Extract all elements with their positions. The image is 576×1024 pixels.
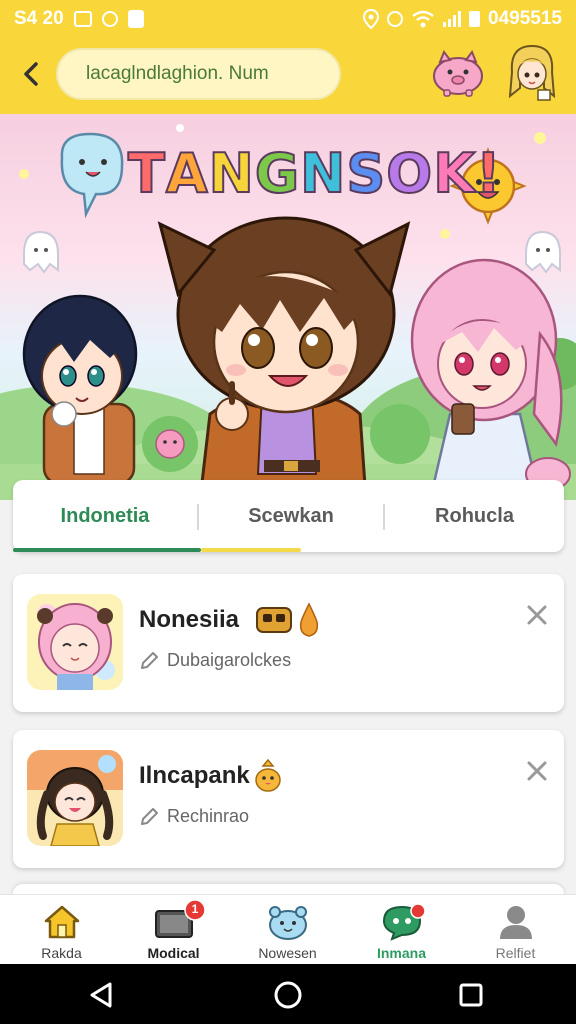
tab-rohucla[interactable]: Rohucla bbox=[385, 480, 564, 552]
nav-inmana[interactable]: Inmana bbox=[344, 895, 459, 965]
pencil-icon bbox=[141, 651, 158, 669]
banner-title-letter: G bbox=[254, 141, 301, 206]
notification-dot bbox=[410, 903, 426, 919]
nav-modical[interactable]: 1 Modical bbox=[116, 895, 231, 965]
item-subtitle-row: Dubaigarolckes bbox=[139, 650, 291, 671]
banner-title-letter: A bbox=[165, 141, 209, 206]
item-title: Nonesiia bbox=[139, 606, 240, 633]
recents-square-icon[interactable] bbox=[456, 980, 486, 1010]
profile-icon bbox=[500, 906, 532, 939]
close-icon[interactable] bbox=[526, 604, 548, 626]
nav-label: Inmana bbox=[376, 945, 426, 961]
nav-label: Rakda bbox=[41, 945, 82, 961]
item-subtitle: Rechinrao bbox=[167, 806, 250, 826]
status-bar: S4 20 0495515 bbox=[0, 0, 576, 38]
hero-banner: TANGNSOK! bbox=[0, 114, 576, 500]
list-item[interactable]: Nonesiia Dubaigarolckes bbox=[13, 574, 564, 712]
banner-title-letter: K bbox=[432, 141, 477, 206]
app-header: lacaglndlaghion. Num bbox=[0, 38, 576, 114]
back-arrow-icon[interactable] bbox=[16, 58, 48, 90]
search-text: lacaglndlaghion. Num bbox=[86, 63, 269, 84]
tab-label: Indonetia bbox=[60, 504, 150, 527]
item-thumbnail bbox=[27, 750, 123, 846]
list-item[interactable]: Ilncapank Rechinrao bbox=[13, 730, 564, 868]
location-icon bbox=[363, 9, 380, 29]
sync-icon bbox=[101, 11, 118, 27]
pig-avatar[interactable] bbox=[430, 48, 486, 98]
search-field[interactable]: lacaglndlaghion. Num bbox=[56, 48, 341, 100]
banner-title-letter: O bbox=[385, 141, 434, 206]
active-tab-indicator bbox=[13, 548, 201, 552]
banner-title: TANGNSOK! bbox=[127, 141, 502, 206]
tab-bar: Indonetia Scewkan Rohucla bbox=[13, 480, 564, 552]
home-icon bbox=[44, 905, 80, 939]
nav-rakda[interactable]: Rakda bbox=[4, 895, 119, 965]
nav-relfiet[interactable]: Relfiet bbox=[458, 895, 573, 965]
signal-icon bbox=[443, 11, 462, 27]
banner-title-letter: T bbox=[127, 141, 166, 206]
badge-count: 1 bbox=[191, 902, 199, 916]
bottom-nav: Rakda 1 Modical Nowesen Inmana Relfiet bbox=[0, 894, 576, 964]
nav-label: Modical bbox=[147, 945, 200, 961]
item-subtitle-row: Rechinrao bbox=[139, 806, 249, 827]
tab-label: Scewkan bbox=[248, 504, 334, 527]
tab-indicator-accent bbox=[201, 548, 301, 552]
alarm-icon bbox=[387, 11, 404, 27]
nav-label: Relfiet bbox=[495, 945, 536, 961]
banner-title-letter: ! bbox=[475, 141, 502, 206]
pencil-icon bbox=[141, 807, 158, 825]
mask-and-flame-icon bbox=[256, 602, 319, 637]
tab-scewkan[interactable]: Scewkan bbox=[199, 480, 383, 552]
close-icon[interactable] bbox=[526, 760, 548, 782]
item-thumbnail bbox=[27, 594, 123, 690]
chick-icon bbox=[255, 758, 281, 792]
back-triangle-icon[interactable] bbox=[86, 980, 116, 1010]
system-nav-bar bbox=[0, 964, 576, 1024]
app-notification-icon bbox=[127, 10, 144, 28]
nav-label: Nowesen bbox=[258, 945, 317, 961]
banner-title-letter: N bbox=[208, 141, 255, 206]
tab-indonetia[interactable]: Indonetia bbox=[13, 480, 197, 552]
item-title: Ilncapank bbox=[139, 762, 250, 789]
tab-label: Rohucla bbox=[435, 504, 514, 527]
user-avatar[interactable] bbox=[504, 42, 560, 102]
home-circle-icon[interactable] bbox=[273, 980, 303, 1010]
status-right-text: 0495515 bbox=[488, 8, 562, 29]
banner-title-letter: N bbox=[299, 141, 347, 206]
nav-nowesen[interactable]: Nowesen bbox=[230, 895, 345, 965]
creature-icon bbox=[269, 906, 307, 940]
banner-title-letter: S bbox=[345, 141, 387, 206]
notification-icon bbox=[73, 11, 92, 27]
item-subtitle: Dubaigarolckes bbox=[167, 650, 292, 670]
battery-icon bbox=[469, 11, 481, 27]
status-time: S4 20 bbox=[14, 8, 64, 29]
wifi-icon bbox=[412, 10, 434, 28]
